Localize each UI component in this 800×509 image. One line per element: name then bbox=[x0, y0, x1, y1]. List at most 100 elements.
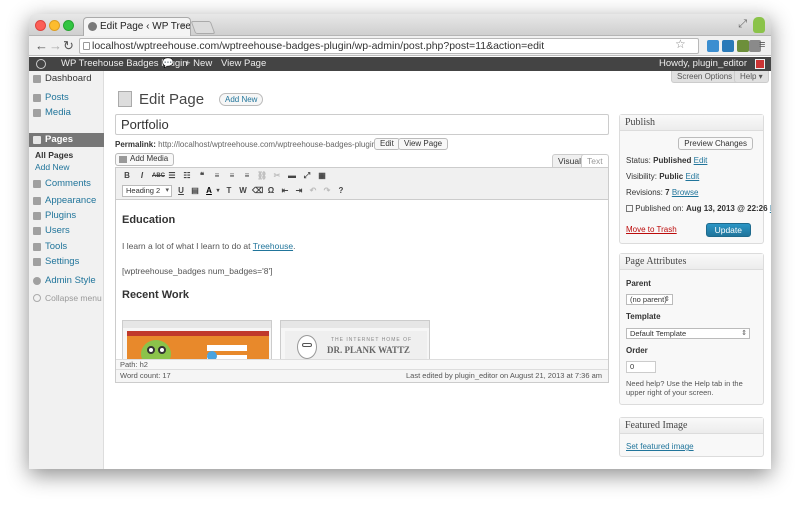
clear-formatting-icon[interactable]: ⌫ bbox=[252, 186, 263, 196]
close-window-button[interactable] bbox=[35, 20, 46, 31]
help-button[interactable]: Help ▾ bbox=[734, 71, 769, 83]
post-title-input[interactable]: Portfolio bbox=[115, 114, 609, 135]
sidebar-item-plugins[interactable]: Plugins bbox=[29, 209, 104, 223]
set-featured-image-link[interactable]: Set featured image bbox=[626, 442, 694, 451]
sidebar-item-comments[interactable]: Comments bbox=[29, 177, 104, 191]
permalink-base: http://localhost/wptreehouse.com/wptreeh… bbox=[158, 140, 379, 149]
submenu-all-pages[interactable]: All Pages bbox=[29, 150, 104, 161]
menu-hamburger-icon[interactable]: ≡ bbox=[759, 38, 765, 53]
submenu-add-new[interactable]: Add New bbox=[29, 162, 104, 173]
collapse-menu-button[interactable]: Collapse menu bbox=[29, 291, 104, 305]
sidebar-item-users[interactable]: Users bbox=[29, 224, 104, 238]
paste-text-icon[interactable]: T bbox=[224, 186, 234, 196]
browser-user-icon[interactable] bbox=[753, 17, 765, 33]
sidebar-item-pages[interactable]: Pages bbox=[29, 133, 104, 147]
redo-icon[interactable]: ↷ bbox=[322, 186, 332, 196]
published-on-edit-link[interactable]: Edit bbox=[770, 204, 771, 213]
new-content-link[interactable]: + New bbox=[185, 57, 212, 71]
add-new-button[interactable]: Add New bbox=[219, 93, 264, 106]
publish-box-title[interactable]: Publish bbox=[620, 115, 763, 131]
new-tab-button[interactable] bbox=[190, 21, 216, 34]
align-right-icon[interactable]: ≡ bbox=[242, 171, 252, 181]
sidebar-item-tools[interactable]: Tools bbox=[29, 240, 104, 254]
minimize-window-button[interactable] bbox=[49, 20, 60, 31]
sidebar-item-posts[interactable]: Posts bbox=[29, 91, 104, 105]
fullscreen-icon[interactable]: ⤢ bbox=[302, 171, 312, 181]
visibility-edit-link[interactable]: Edit bbox=[685, 172, 699, 181]
wordpress-logo-icon[interactable] bbox=[36, 59, 46, 69]
numbered-list-icon[interactable]: ☷ bbox=[182, 171, 192, 181]
dashboard-icon bbox=[33, 75, 41, 83]
forward-arrow-icon[interactable]: → bbox=[49, 38, 62, 53]
add-media-button[interactable]: Add Media bbox=[115, 153, 175, 166]
align-left-icon[interactable]: ≡ bbox=[212, 171, 222, 181]
editor-body[interactable]: Education I learn a lot of what I learn … bbox=[116, 200, 608, 359]
users-icon bbox=[33, 227, 41, 235]
zoom-window-button[interactable] bbox=[63, 20, 74, 31]
update-button[interactable]: Update bbox=[705, 223, 751, 237]
unlink-icon[interactable]: ✂ bbox=[272, 171, 282, 181]
view-page-button[interactable]: View Page bbox=[398, 138, 449, 150]
portfolio-thumbnail-2[interactable]: THE INTERNET HOME OF DR. PLANK WATTZ bbox=[280, 320, 430, 359]
link-icon[interactable]: ⛓ bbox=[257, 171, 267, 181]
justify-icon[interactable]: ▤ bbox=[190, 186, 200, 196]
sidebar-item-label: Media bbox=[45, 107, 71, 118]
chevron-down-icon[interactable]: ▾ bbox=[213, 186, 223, 196]
blockquote-icon[interactable]: ❝ bbox=[197, 171, 207, 181]
bookmark-star-icon[interactable]: ☆ bbox=[675, 37, 686, 52]
paste-word-icon[interactable]: W bbox=[238, 186, 248, 196]
template-select[interactable]: Default Template bbox=[626, 328, 750, 339]
portfolio-thumbnail-1[interactable] bbox=[122, 320, 272, 359]
tab-text[interactable]: Text bbox=[581, 154, 609, 167]
featured-image-title[interactable]: Featured Image bbox=[620, 418, 763, 434]
sidebar-item-appearance[interactable]: Appearance bbox=[29, 194, 104, 208]
revisions-browse-link[interactable]: Browse bbox=[672, 188, 699, 197]
parent-select[interactable]: (no parent) bbox=[626, 294, 673, 305]
browser-tab[interactable]: Edit Page ‹ WP Treehouse B... × bbox=[83, 17, 191, 36]
indent-icon[interactable]: ⇥ bbox=[294, 186, 304, 196]
tab-close-icon[interactable]: × bbox=[180, 18, 186, 36]
fullscreen-icon[interactable]: ⤢ bbox=[738, 18, 747, 31]
sidebar-item-settings[interactable]: Settings bbox=[29, 255, 104, 269]
view-page-link[interactable]: View Page bbox=[221, 57, 266, 71]
italic-icon[interactable]: I bbox=[137, 171, 147, 181]
sidebar-item-admin-style[interactable]: Admin Style bbox=[29, 274, 104, 288]
treehouse-link[interactable]: Treehouse bbox=[253, 241, 293, 251]
permalink-edit-button[interactable]: Edit bbox=[374, 138, 400, 150]
howdy-user-link[interactable]: Howdy, plugin_editor bbox=[659, 57, 747, 71]
visibility-row: Visibility: Public Edit bbox=[626, 172, 699, 182]
back-arrow-icon[interactable]: ← bbox=[35, 38, 48, 53]
bold-icon[interactable]: B bbox=[122, 171, 132, 181]
last-edited: Last edited by plugin_editor on August 2… bbox=[406, 371, 602, 380]
underline-icon[interactable]: U bbox=[176, 186, 186, 196]
move-to-trash-link[interactable]: Move to Trash bbox=[626, 225, 677, 234]
preview-changes-button[interactable]: Preview Changes bbox=[678, 137, 753, 150]
sidebar-item-label: Admin Style bbox=[45, 275, 96, 286]
extension-screen-icon[interactable] bbox=[707, 40, 719, 52]
status-edit-link[interactable]: Edit bbox=[694, 156, 708, 165]
reload-icon[interactable]: ↻ bbox=[63, 38, 74, 53]
more-tag-icon[interactable]: ▬ bbox=[287, 171, 297, 181]
extension-tools-icon[interactable] bbox=[737, 40, 749, 52]
help-icon[interactable]: ? bbox=[336, 186, 346, 196]
strikethrough-icon[interactable]: ABC bbox=[152, 171, 165, 181]
format-select[interactable]: Heading 2 bbox=[122, 185, 172, 197]
outdent-icon[interactable]: ⇤ bbox=[280, 186, 290, 196]
comments-bubble-icon[interactable]: 💬 bbox=[162, 57, 174, 71]
sidebar-item-media[interactable]: Media bbox=[29, 106, 104, 120]
revisions-value: 7 bbox=[665, 188, 670, 197]
special-char-icon[interactable]: Ω bbox=[266, 186, 276, 196]
undo-icon[interactable]: ↶ bbox=[308, 186, 318, 196]
thumbnail-line-2: DR. PLANK WATTZ bbox=[327, 345, 410, 355]
sidebar-item-label: Settings bbox=[45, 256, 80, 267]
sidebar-item-dashboard[interactable]: Dashboard bbox=[29, 72, 104, 86]
order-input[interactable]: 0 bbox=[626, 361, 656, 373]
bullet-list-icon[interactable]: ☰ bbox=[167, 171, 177, 181]
parent-label: Parent bbox=[626, 279, 651, 288]
avatar[interactable] bbox=[755, 59, 765, 69]
kitchen-sink-icon[interactable]: ▦ bbox=[317, 171, 327, 181]
align-center-icon[interactable]: ≡ bbox=[227, 171, 237, 181]
address-bar[interactable]: localhost/wptreehouse.com/wptreehouse-ba… bbox=[79, 38, 699, 54]
page-attributes-title[interactable]: Page Attributes bbox=[620, 254, 763, 270]
extension-window-icon[interactable] bbox=[722, 40, 734, 52]
